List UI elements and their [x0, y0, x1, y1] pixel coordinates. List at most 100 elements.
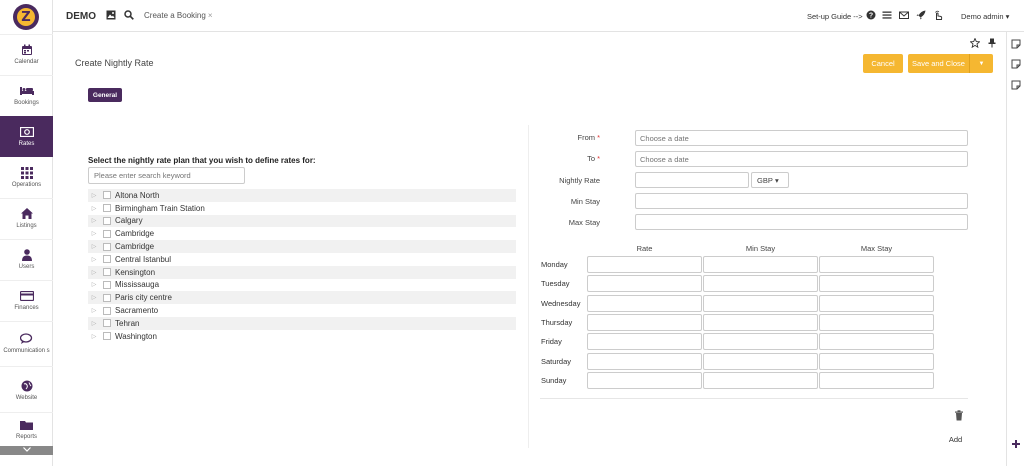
rate-plan-checkbox[interactable] [103, 191, 111, 200]
tab-general[interactable]: General [88, 88, 122, 102]
rate-plan-checkbox[interactable] [103, 293, 111, 302]
rate-plan-checkbox[interactable] [103, 242, 111, 251]
sidebar-item-website[interactable]: Website [0, 370, 53, 411]
touch-icon[interactable] [933, 10, 943, 20]
sidebar-item-bookings[interactable]: Bookings [0, 75, 53, 116]
sidebar-item-operations[interactable]: Operations [0, 157, 53, 198]
rate-plan-item[interactable]: ▷ Central Istanbul [88, 253, 516, 266]
thursday-rate-input[interactable] [587, 313, 702, 331]
rate-plan-checkbox[interactable] [103, 255, 111, 264]
note-icon[interactable] [1011, 59, 1021, 69]
expand-arrow-icon[interactable]: ▷ [88, 307, 100, 314]
pin-icon[interactable] [988, 38, 996, 50]
thursday-min-stay-input[interactable] [703, 313, 818, 331]
rate-plan-checkbox[interactable] [103, 280, 111, 289]
trash-icon[interactable] [954, 410, 966, 422]
expand-arrow-icon[interactable]: ▷ [88, 230, 100, 237]
save-and-close-button[interactable]: Save and Close [908, 54, 969, 73]
expand-arrow-icon[interactable]: ▷ [88, 205, 100, 212]
note-icon[interactable] [1011, 80, 1021, 90]
help-icon[interactable]: ? [866, 10, 876, 20]
rate-plan-item[interactable]: ▷ Birmingham Train Station [88, 202, 516, 215]
rate-plan-checkbox[interactable] [103, 216, 111, 225]
monday-max-stay-input[interactable] [819, 256, 934, 273]
wednesday-min-stay-input[interactable] [703, 294, 818, 312]
from-date-input[interactable] [635, 130, 968, 146]
star-icon[interactable] [969, 37, 981, 50]
rate-plan-item[interactable]: ▷ Altona North [88, 189, 516, 202]
thursday-max-stay-input[interactable] [819, 313, 934, 331]
expand-arrow-icon[interactable]: ▷ [88, 281, 100, 288]
monday-min-stay-input[interactable] [703, 256, 818, 273]
friday-min-stay-input[interactable] [703, 333, 818, 351]
saturday-rate-input[interactable] [587, 352, 702, 370]
sidebar-item-reports[interactable]: Reports [0, 414, 53, 446]
rate-plan-checkbox[interactable] [103, 204, 111, 213]
app-logo[interactable]: Z [13, 4, 39, 30]
rate-plan-item[interactable]: ▷ Cambridge [88, 240, 516, 253]
rate-plan-checkbox[interactable] [103, 319, 111, 328]
rate-plan-item[interactable]: ▷ Washington [88, 330, 516, 343]
open-tab-create-booking[interactable]: Create a Booking × [144, 11, 213, 20]
sidebar-scroll-down[interactable] [0, 446, 53, 455]
currency-select[interactable]: GBP ▾ [751, 172, 789, 188]
save-options-dropdown[interactable]: ▼ [969, 54, 993, 73]
expand-arrow-icon[interactable]: ▷ [88, 320, 100, 327]
note-icon[interactable] [1011, 39, 1021, 49]
image-icon[interactable] [106, 10, 116, 20]
expand-arrow-icon[interactable]: ▷ [88, 192, 100, 199]
sunday-min-stay-input[interactable] [703, 371, 818, 389]
rate-plan-checkbox[interactable] [103, 268, 111, 277]
tuesday-rate-input[interactable] [587, 275, 702, 293]
rate-plan-item[interactable]: ▷ Cambridge [88, 227, 516, 240]
sidebar-item-finances[interactable]: Finances [0, 280, 53, 321]
saturday-min-stay-input[interactable] [703, 352, 818, 370]
tuesday-max-stay-input[interactable] [819, 275, 934, 293]
plus-icon[interactable] [1011, 439, 1021, 449]
rate-plan-item[interactable]: ▷ Paris city centre [88, 291, 516, 305]
wednesday-max-stay-input[interactable] [819, 294, 934, 312]
caret-down-icon: ▾ [1005, 12, 1010, 21]
expand-arrow-icon[interactable]: ▷ [88, 217, 100, 224]
cancel-button[interactable]: Cancel [863, 54, 903, 73]
friday-max-stay-input[interactable] [819, 333, 934, 351]
expand-arrow-icon[interactable]: ▷ [88, 269, 100, 276]
rate-plan-item[interactable]: ▷ Calgary [88, 214, 516, 228]
sidebar-item-rates[interactable]: Rates [0, 116, 53, 157]
sunday-max-stay-input[interactable] [819, 371, 934, 389]
rate-plan-item[interactable]: ▷ Mississauga [88, 279, 516, 292]
sidebar-item-users[interactable]: Users [0, 239, 53, 280]
tuesday-min-stay-input[interactable] [703, 275, 818, 293]
min-stay-input[interactable] [635, 193, 968, 209]
sunday-rate-input[interactable] [587, 371, 702, 389]
nightly-rate-input[interactable] [635, 172, 749, 188]
rate-plan-checkbox[interactable] [103, 332, 111, 341]
mail-icon[interactable] [899, 10, 909, 20]
expand-arrow-icon[interactable]: ▷ [88, 333, 100, 340]
menu-icon[interactable] [882, 10, 892, 20]
rocket-icon[interactable] [916, 10, 926, 20]
monday-rate-input[interactable] [587, 256, 702, 273]
rate-plan-checkbox[interactable] [103, 229, 111, 238]
setup-guide-link[interactable]: Set-up Guide --> [807, 12, 863, 21]
expand-arrow-icon[interactable]: ▷ [88, 256, 100, 263]
add-button[interactable]: Add [942, 431, 969, 448]
rate-plan-item[interactable]: ▷ Sacramento [88, 304, 516, 317]
sidebar-item-calendar[interactable]: Calendar [0, 34, 53, 75]
tab-close-icon[interactable]: × [208, 11, 213, 20]
wednesday-rate-input[interactable] [587, 294, 702, 312]
rate-plan-checkbox[interactable] [103, 306, 111, 315]
expand-arrow-icon[interactable]: ▷ [88, 294, 100, 301]
rate-plan-item[interactable]: ▷ Tehran [88, 316, 516, 330]
rate-plan-search-input[interactable] [88, 167, 245, 184]
to-date-input[interactable] [635, 151, 968, 167]
expand-arrow-icon[interactable]: ▷ [88, 243, 100, 250]
user-menu[interactable]: Demo admin ▾ [961, 12, 1009, 21]
search-icon[interactable] [124, 10, 134, 20]
sidebar-item-listings[interactable]: Listings [0, 198, 53, 239]
rate-plan-item[interactable]: ▷ Kensington [88, 265, 516, 279]
saturday-max-stay-input[interactable] [819, 352, 934, 370]
sidebar-item-communications[interactable]: Communication s [0, 321, 53, 366]
max-stay-input[interactable] [635, 214, 968, 230]
friday-rate-input[interactable] [587, 333, 702, 351]
